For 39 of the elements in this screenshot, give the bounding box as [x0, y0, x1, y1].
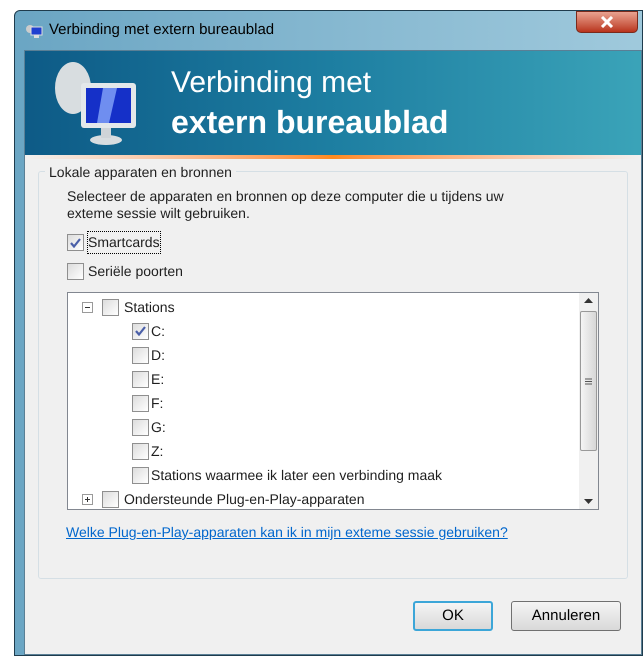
- checkbox[interactable]: [132, 322, 149, 340]
- computer-icon: [25, 22, 43, 38]
- checkbox[interactable]: [132, 442, 149, 460]
- checkbox[interactable]: [102, 490, 119, 508]
- close-button[interactable]: [576, 11, 638, 33]
- scroll-up-icon[interactable]: [584, 297, 593, 303]
- checkbox[interactable]: [102, 298, 119, 316]
- checkbox[interactable]: [67, 263, 84, 280]
- tree-item-label: F:: [151, 394, 164, 412]
- tree-item-label: Z:: [151, 442, 164, 460]
- checkbox[interactable]: [132, 346, 149, 364]
- tree-item-label: C:: [151, 322, 165, 340]
- tree-item-label: D:: [151, 346, 165, 364]
- dialog-button[interactable]: Annuleren: [511, 601, 621, 631]
- banner-title: Verbinding met: [171, 65, 372, 102]
- tree-item-label: Stations: [124, 298, 175, 316]
- checkbox[interactable]: [67, 234, 84, 251]
- option-label: Seriële poorten: [88, 262, 183, 281]
- close-icon: [600, 16, 614, 28]
- grip-icon: [585, 378, 592, 384]
- checkbox[interactable]: [132, 466, 149, 484]
- tree-item-label: Ondersteunde Plug-en-Play-apparaten: [124, 490, 364, 509]
- tree-item-label: G:: [151, 418, 166, 436]
- checkbox[interactable]: [132, 370, 149, 388]
- checkbox[interactable]: [132, 394, 149, 412]
- scroll-thumb[interactable]: [580, 311, 597, 451]
- tree-item-label: Stations waarmee ik later een verbinding maak: [151, 466, 442, 485]
- description-text: Selecteer de apparaten en bronnen op deze computer die u tijdens uw exteme sessie wilt gebruiken.: [67, 188, 505, 222]
- checkbox[interactable]: [132, 418, 149, 436]
- scrollbar[interactable]: [579, 293, 598, 509]
- tree-item-label: E:: [151, 370, 164, 388]
- collapse-icon[interactable]: [82, 302, 93, 312]
- option-label: Smartcards: [88, 232, 160, 253]
- help-link[interactable]: Welke Plug-en-Play-apparaten kan ik in mijn exteme sessie gebruiken?: [66, 522, 599, 543]
- scroll-down-icon[interactable]: [584, 499, 593, 505]
- expand-icon[interactable]: [82, 494, 93, 504]
- dialog-button[interactable]: OK: [413, 601, 493, 631]
- window-title: Verbinding met extern bureaublad: [49, 20, 274, 40]
- banner-subtitle: extern bureaublad: [171, 102, 448, 142]
